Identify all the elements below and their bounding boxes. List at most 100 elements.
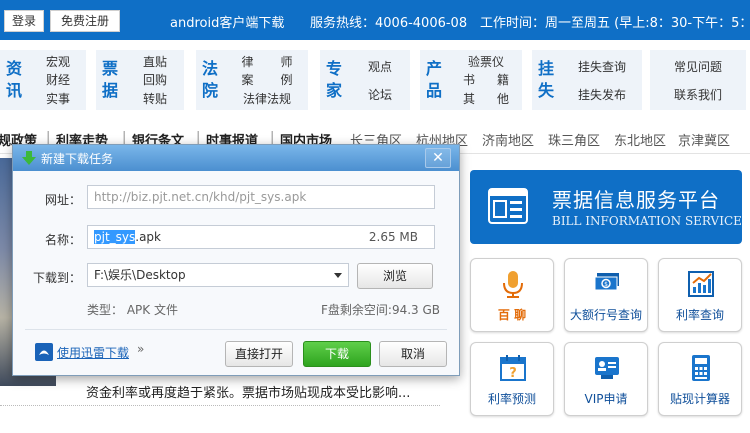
tile-rate-query[interactable]: 利率查询	[658, 258, 742, 332]
category-link[interactable]: 直贴	[128, 52, 182, 71]
category-link[interactable]: 财经	[32, 71, 84, 90]
tile-label: 利率预测	[487, 392, 536, 406]
category-link[interactable]: 案	[228, 71, 267, 90]
filename-extension: .apk	[135, 230, 161, 244]
money-icon: $	[594, 273, 619, 291]
category-link[interactable]: 律	[228, 52, 267, 71]
tile-label: 利率查询	[675, 308, 724, 322]
tile-chat[interactable]: 百 聊	[470, 258, 554, 332]
file-size: 2.65 MB	[368, 230, 418, 244]
tile-discount-calculator[interactable]: 贴现计算器	[658, 342, 742, 416]
category-link[interactable]: 转贴	[128, 89, 182, 108]
category-products: 产 品 验票仪 书 籍 其 他	[420, 50, 522, 110]
close-icon[interactable]: ✕	[425, 148, 451, 168]
category-link[interactable]: 观点	[352, 52, 408, 80]
register-button[interactable]: 免费注册	[50, 10, 120, 32]
login-button[interactable]: 登录	[4, 10, 44, 32]
separator: |	[270, 130, 275, 145]
tile-rate-forecast[interactable]: ? 利率预测	[470, 342, 554, 416]
free-space-info: F盘剩余空间:94.3 GB	[321, 303, 441, 317]
top-bar: 登录 免费注册 android客户端下载 服务热线：4006-4006-08 工…	[0, 0, 750, 40]
microphone-icon	[503, 271, 523, 298]
cancel-button[interactable]: 取消	[379, 341, 447, 367]
category-bills: 票 据 直贴 回购 转贴	[96, 50, 184, 110]
svg-text:?: ?	[509, 366, 517, 381]
divider	[0, 405, 440, 406]
hotline-text: 服务热线：4006-4006-08	[310, 16, 468, 31]
download-dialog: 新建下载任务 ✕ 网址： http://biz.pjt.net.cn/khd/p…	[12, 144, 460, 376]
tile-label: VIP申请	[584, 392, 628, 406]
working-hours-text: 工作时间：周一至周五 (早上:8：30-下午：5：30)	[480, 16, 750, 31]
banner-title: 票据信息服务平台	[552, 188, 720, 212]
chevron-down-icon[interactable]	[334, 273, 342, 278]
faq-link[interactable]: 常见问题	[652, 52, 744, 80]
category-link[interactable]: 挂失发布	[564, 80, 640, 108]
category-bills-title[interactable]: 票 据	[96, 50, 124, 110]
filename-field[interactable]: pjt_sys.apk 2.65 MB	[87, 225, 435, 249]
region-link[interactable]: 珠三角区	[548, 130, 600, 149]
category-news: 资 讯 宏观 财经 实事	[0, 50, 86, 110]
category-experts: 专 家 观点 论坛	[320, 50, 410, 110]
category-link[interactable]: 例	[267, 71, 306, 90]
category-news-title[interactable]: 资 讯	[0, 50, 28, 110]
save-path-dropdown[interactable]: F:\娱乐\Desktop	[87, 263, 349, 287]
android-download-link[interactable]: android客户端下载	[170, 12, 284, 31]
dialog-divider	[25, 329, 447, 330]
news-snippet[interactable]: 资金利率或再度趋于紧张。票据市场贴现成本受比影响...	[86, 382, 410, 401]
dialog-header[interactable]: 新建下载任务 ✕	[13, 145, 459, 171]
chevron-double-down-icon[interactable]: »	[137, 342, 144, 356]
category-help: 常见问题 联系我们	[650, 50, 746, 110]
contact-link[interactable]: 联系我们	[652, 80, 744, 108]
download-arrow-icon	[22, 151, 36, 165]
save-path-value: F:\娱乐\Desktop	[94, 268, 186, 282]
thunder-logo-icon[interactable]	[35, 343, 53, 361]
category-loss: 挂 失 挂失查询 挂失发布	[532, 50, 642, 110]
name-label: 名称：	[45, 233, 82, 247]
chart-icon	[688, 271, 714, 297]
open-directly-button[interactable]: 直接打开	[225, 341, 293, 367]
category-court-title[interactable]: 法 院	[196, 50, 224, 110]
category-nav: 资 讯 宏观 财经 实事 票 据 直贴 回购 转贴 法 院 律 师 案 例 法律…	[0, 40, 750, 116]
region-link[interactable]: 东北地区	[614, 130, 666, 149]
browser-window-icon	[488, 188, 528, 224]
category-link[interactable]: 籍	[486, 71, 520, 90]
category-link[interactable]: 宏观	[32, 52, 84, 71]
category-court: 法 院 律 师 案 例 法律法规	[196, 50, 308, 110]
region-link[interactable]: 京津冀区	[678, 130, 730, 149]
calculator-icon	[692, 355, 710, 381]
category-link[interactable]: 实事	[32, 89, 84, 108]
file-type-info: 类型： APK 文件	[87, 303, 178, 317]
category-link[interactable]: 其	[452, 89, 486, 108]
category-link[interactable]: 验票仪	[452, 52, 520, 71]
url-label: 网址：	[45, 193, 82, 207]
url-field[interactable]: http://biz.pjt.net.cn/khd/pjt_sys.apk	[87, 185, 435, 209]
separator: |	[46, 130, 51, 145]
category-link[interactable]: 挂失查询	[564, 52, 640, 80]
category-link[interactable]: 回购	[128, 71, 182, 90]
dialog-title: 新建下载任务	[41, 152, 114, 166]
vip-card-icon	[595, 357, 619, 379]
category-link[interactable]: 师	[267, 52, 306, 71]
category-products-title[interactable]: 产 品	[420, 50, 448, 110]
service-platform-banner[interactable]: 票据信息服务平台 BILL INFORMATION SERVICE	[470, 170, 742, 244]
browse-button[interactable]: 浏览	[357, 263, 433, 289]
category-link[interactable]: 书	[452, 71, 486, 90]
filename-selected-text: pjt_sys	[94, 230, 136, 244]
tile-label: 大额行号查询	[569, 308, 642, 322]
region-link[interactable]: 济南地区	[482, 130, 534, 149]
category-link[interactable]: 法律法规	[228, 89, 306, 108]
svg-text:$: $	[604, 281, 608, 288]
category-loss-title[interactable]: 挂 失	[532, 50, 560, 110]
tile-vip-apply[interactable]: VIP申请	[564, 342, 648, 416]
separator: |	[122, 130, 127, 145]
category-link[interactable]: 他	[486, 89, 520, 108]
separator: |	[196, 130, 201, 145]
use-thunder-link[interactable]: 使用迅雷下载	[57, 344, 129, 361]
download-button[interactable]: 下载	[303, 341, 371, 367]
tile-label: 百 聊	[497, 308, 527, 322]
category-link[interactable]: 论坛	[352, 80, 408, 108]
tile-label: 贴现计算器	[669, 392, 730, 406]
calendar-question-icon: ?	[500, 355, 526, 381]
category-experts-title[interactable]: 专 家	[320, 50, 348, 110]
tile-bank-code-query[interactable]: $ 大额行号查询	[564, 258, 648, 332]
